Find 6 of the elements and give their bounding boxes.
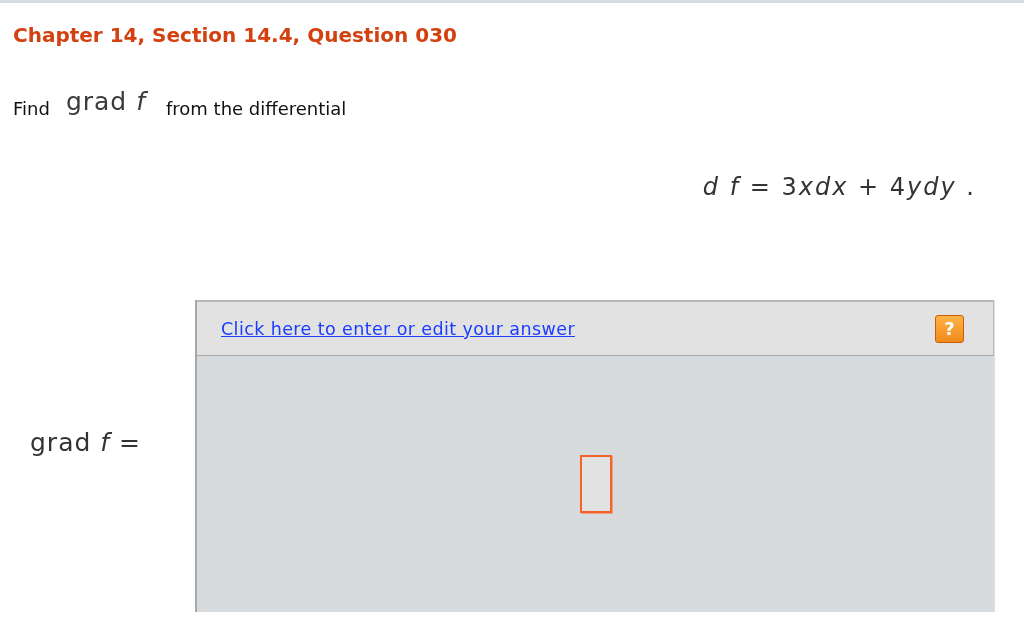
edit-answer-link[interactable]: Click here to enter or edit your answer xyxy=(221,318,575,339)
differential-equation: d f = 3xdx + 4ydy . xyxy=(702,172,976,202)
answer-box[interactable] xyxy=(579,455,612,513)
question-title: Chapter 14, Section 14.4, Question 030 xyxy=(13,22,457,48)
answer-label: grad f = xyxy=(30,427,141,457)
question-text: Find grad f from the differential xyxy=(13,92,347,121)
